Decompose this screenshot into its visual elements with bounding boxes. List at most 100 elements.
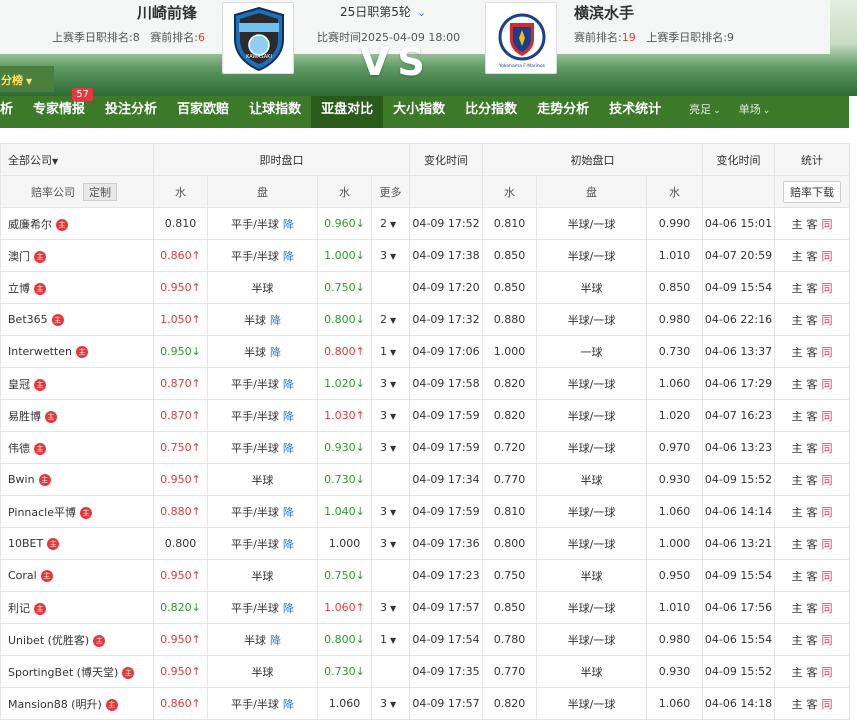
away-stats-link[interactable]: 客 — [807, 634, 818, 647]
company-cell[interactable]: SportingBet (博天堂) 主 — [0, 655, 154, 688]
away-stats-link[interactable]: 客 — [807, 314, 818, 327]
home-stats-link[interactable]: 主 — [792, 570, 803, 583]
away-stats-link[interactable]: 客 — [807, 282, 818, 295]
company-name[interactable]: 易胜博 — [8, 410, 41, 423]
more-dropdown[interactable]: 2 ▼ — [371, 207, 410, 240]
more-dropdown[interactable]: 1 ▼ — [371, 335, 410, 368]
home-stats-link[interactable]: 主 — [792, 506, 803, 519]
company-name[interactable]: 澳门 — [8, 250, 30, 263]
company-cell[interactable]: 易胜博主 — [0, 399, 154, 432]
same-stats-link[interactable]: 同 — [822, 634, 833, 647]
away-stats-link[interactable]: 客 — [807, 666, 818, 679]
company-cell[interactable]: 威廉希尔主 — [0, 207, 154, 240]
nav-tab[interactable]: 亚盘对比 — [311, 96, 384, 128]
away-stats-link[interactable]: 客 — [807, 602, 818, 615]
away-stats-link[interactable]: 客 — [807, 410, 818, 423]
away-stats-link[interactable]: 客 — [807, 218, 818, 231]
home-team-logo[interactable]: KAWASAKI — [222, 2, 294, 74]
company-name[interactable]: Mansion88 (明升) — [8, 698, 102, 711]
company-name[interactable]: Interwetten — [8, 345, 72, 358]
away-stats-link[interactable]: 客 — [807, 538, 818, 551]
nav-tab[interactable]: 让球指数 — [239, 96, 311, 128]
home-stats-link[interactable]: 主 — [792, 410, 803, 423]
standings-tab[interactable]: 分榜 ▼ — [0, 66, 54, 92]
nav-tab[interactable]: 技术统计 — [599, 96, 671, 128]
same-stats-link[interactable]: 同 — [822, 314, 833, 327]
same-stats-link[interactable]: 同 — [822, 410, 833, 423]
nav-dropdown[interactable]: 单场 ⌄ — [739, 96, 771, 128]
same-stats-link[interactable]: 同 — [822, 506, 833, 519]
company-name[interactable]: 10BET — [8, 537, 43, 550]
away-stats-link[interactable]: 客 — [807, 378, 818, 391]
nav-tab[interactable]: 百家欧赔 — [167, 96, 239, 128]
away-stats-link[interactable]: 客 — [807, 442, 818, 455]
more-dropdown[interactable]: 3 ▼ — [371, 591, 410, 624]
home-stats-link[interactable]: 主 — [792, 314, 803, 327]
company-cell[interactable]: 立博主 — [0, 271, 154, 304]
nav-tab[interactable]: 走势分析 — [527, 96, 599, 128]
away-stats-link[interactable]: 客 — [807, 250, 818, 263]
company-cell[interactable]: 澳门主 — [0, 239, 154, 272]
company-name[interactable]: 伟德 — [8, 442, 30, 455]
more-dropdown[interactable]: 3 ▼ — [371, 399, 410, 432]
away-stats-link[interactable]: 客 — [807, 698, 818, 711]
company-cell[interactable]: 利记主 — [0, 591, 154, 624]
home-stats-link[interactable]: 主 — [792, 698, 803, 711]
nav-tab[interactable]: 比分指数 — [455, 96, 527, 128]
same-stats-link[interactable]: 同 — [822, 218, 833, 231]
home-stats-link[interactable]: 主 — [792, 666, 803, 679]
all-companies-filter[interactable]: 全部公司▼ — [0, 143, 154, 176]
nav-tab[interactable]: 投注分析 — [95, 96, 167, 128]
home-team-name[interactable]: 川崎前锋 — [137, 2, 197, 23]
same-stats-link[interactable]: 同 — [822, 666, 833, 679]
nav-tab[interactable]: 专家情报 57 — [23, 88, 95, 128]
same-stats-link[interactable]: 同 — [822, 282, 833, 295]
company-cell[interactable]: Pinnacle平博主 — [0, 495, 154, 528]
same-stats-link[interactable]: 同 — [822, 570, 833, 583]
company-name[interactable]: 利记 — [8, 602, 30, 615]
away-team-name[interactable]: 横滨水手 — [574, 2, 634, 23]
same-stats-link[interactable]: 同 — [822, 538, 833, 551]
more-dropdown[interactable]: 2 ▼ — [371, 303, 410, 336]
company-cell[interactable]: Bet365 主 — [0, 303, 154, 336]
company-name[interactable]: 皇冠 — [8, 378, 30, 391]
company-cell[interactable]: 伟德主 — [0, 431, 154, 464]
company-name[interactable]: Pinnacle平博 — [8, 506, 76, 519]
away-stats-link[interactable]: 客 — [807, 346, 818, 359]
more-dropdown[interactable]: 1 ▼ — [371, 623, 410, 656]
home-stats-link[interactable]: 主 — [792, 346, 803, 359]
more-dropdown[interactable]: 3 ▼ — [371, 687, 410, 720]
company-cell[interactable]: Interwetten 主 — [0, 335, 154, 368]
more-dropdown[interactable]: 3 ▼ — [371, 239, 410, 272]
home-stats-link[interactable]: 主 — [792, 282, 803, 295]
same-stats-link[interactable]: 同 — [822, 346, 833, 359]
customize-button[interactable]: 定制 — [83, 182, 117, 201]
company-name[interactable]: SportingBet (博天堂) — [8, 666, 118, 679]
away-stats-link[interactable]: 客 — [807, 506, 818, 519]
home-stats-link[interactable]: 主 — [792, 634, 803, 647]
company-name[interactable]: Coral — [8, 569, 37, 582]
round-selector[interactable]: 25日职第5轮 ⌄ — [340, 3, 426, 20]
away-stats-link[interactable]: 客 — [807, 474, 818, 487]
company-name[interactable]: 威廉希尔 — [8, 218, 52, 231]
same-stats-link[interactable]: 同 — [822, 602, 833, 615]
company-name[interactable]: 立博 — [8, 282, 30, 295]
home-stats-link[interactable]: 主 — [792, 538, 803, 551]
company-cell[interactable]: Mansion88 (明升) 主 — [0, 687, 154, 720]
nav-dropdown[interactable]: 亮足 ⌄ — [689, 96, 721, 128]
same-stats-link[interactable]: 同 — [822, 698, 833, 711]
more-dropdown[interactable]: 3 ▼ — [371, 367, 410, 400]
same-stats-link[interactable]: 同 — [822, 474, 833, 487]
home-stats-link[interactable]: 主 — [792, 442, 803, 455]
company-cell[interactable]: Bwin 主 — [0, 463, 154, 496]
nav-tab[interactable]: 析 — [0, 96, 23, 128]
same-stats-link[interactable]: 同 — [822, 378, 833, 391]
odds-download-button[interactable]: 赔率下载 — [783, 180, 841, 203]
company-name[interactable]: Unibet (优胜客) — [8, 634, 89, 647]
company-cell[interactable]: Unibet (优胜客) 主 — [0, 623, 154, 656]
company-name[interactable]: Bwin — [8, 473, 35, 486]
company-name[interactable]: Bet365 — [8, 313, 48, 326]
away-team-logo[interactable]: Yokohama F·Marinos — [485, 2, 557, 74]
nav-tab[interactable]: 大小指数 — [383, 96, 455, 128]
more-dropdown[interactable]: 3 ▼ — [371, 495, 410, 528]
